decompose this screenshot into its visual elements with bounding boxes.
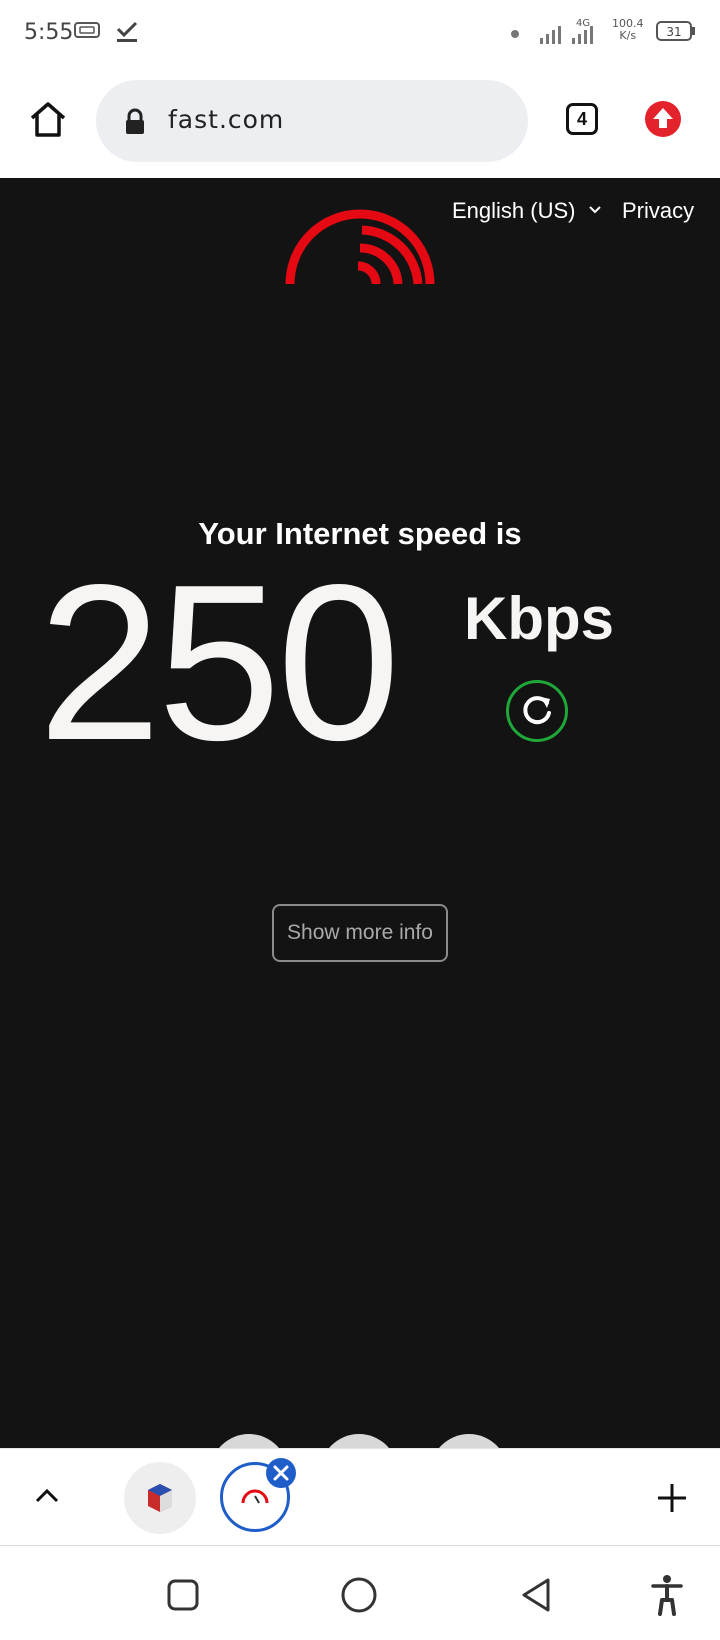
chevron-up-icon[interactable] xyxy=(34,1486,60,1504)
language-selector[interactable]: English (US) xyxy=(452,198,602,224)
tab-thumbnail[interactable] xyxy=(124,1462,196,1534)
download-done-icon xyxy=(116,21,138,42)
close-icon xyxy=(273,1465,289,1481)
speed-value: 250 xyxy=(38,539,400,787)
battery-icon: 31 xyxy=(656,21,695,41)
update-icon[interactable] xyxy=(644,100,682,138)
network-type: 4G xyxy=(576,18,590,29)
recents-icon[interactable] xyxy=(166,1578,200,1612)
tab-favicon-cube-icon xyxy=(148,1484,172,1512)
net-speed: 100.4 K/s xyxy=(612,18,644,42)
refresh-button[interactable] xyxy=(506,680,568,742)
refresh-icon xyxy=(523,696,551,725)
sim-card-icon xyxy=(74,22,100,38)
page-content xyxy=(0,178,720,1448)
fast-logo-icon xyxy=(285,209,435,285)
tabs-button[interactable]: 4 xyxy=(566,103,598,135)
battery-level: 31 xyxy=(666,25,681,39)
chevron-down-icon xyxy=(588,206,601,214)
notification-dot xyxy=(511,30,519,38)
lock-icon xyxy=(126,108,144,134)
url-text[interactable]: fast.com xyxy=(168,105,284,134)
status-time: 5:55 xyxy=(24,20,74,45)
address-bar[interactable] xyxy=(96,80,528,162)
show-more-info-button[interactable]: Show more info xyxy=(272,904,448,962)
tab-close-button[interactable] xyxy=(266,1458,296,1488)
privacy-link[interactable]: Privacy xyxy=(622,198,694,224)
speed-units: Kbps xyxy=(464,585,614,652)
net-speed-unit: K/s xyxy=(619,29,637,42)
tab-strip xyxy=(0,1448,720,1546)
language-label: English (US) xyxy=(452,198,576,223)
accessibility-icon[interactable] xyxy=(650,1574,684,1616)
back-icon[interactable] xyxy=(518,1576,552,1614)
home-icon[interactable] xyxy=(28,100,68,138)
home-nav-icon[interactable] xyxy=(340,1576,378,1614)
signal-icon: 4G xyxy=(540,18,593,44)
plus-icon[interactable] xyxy=(656,1482,688,1514)
